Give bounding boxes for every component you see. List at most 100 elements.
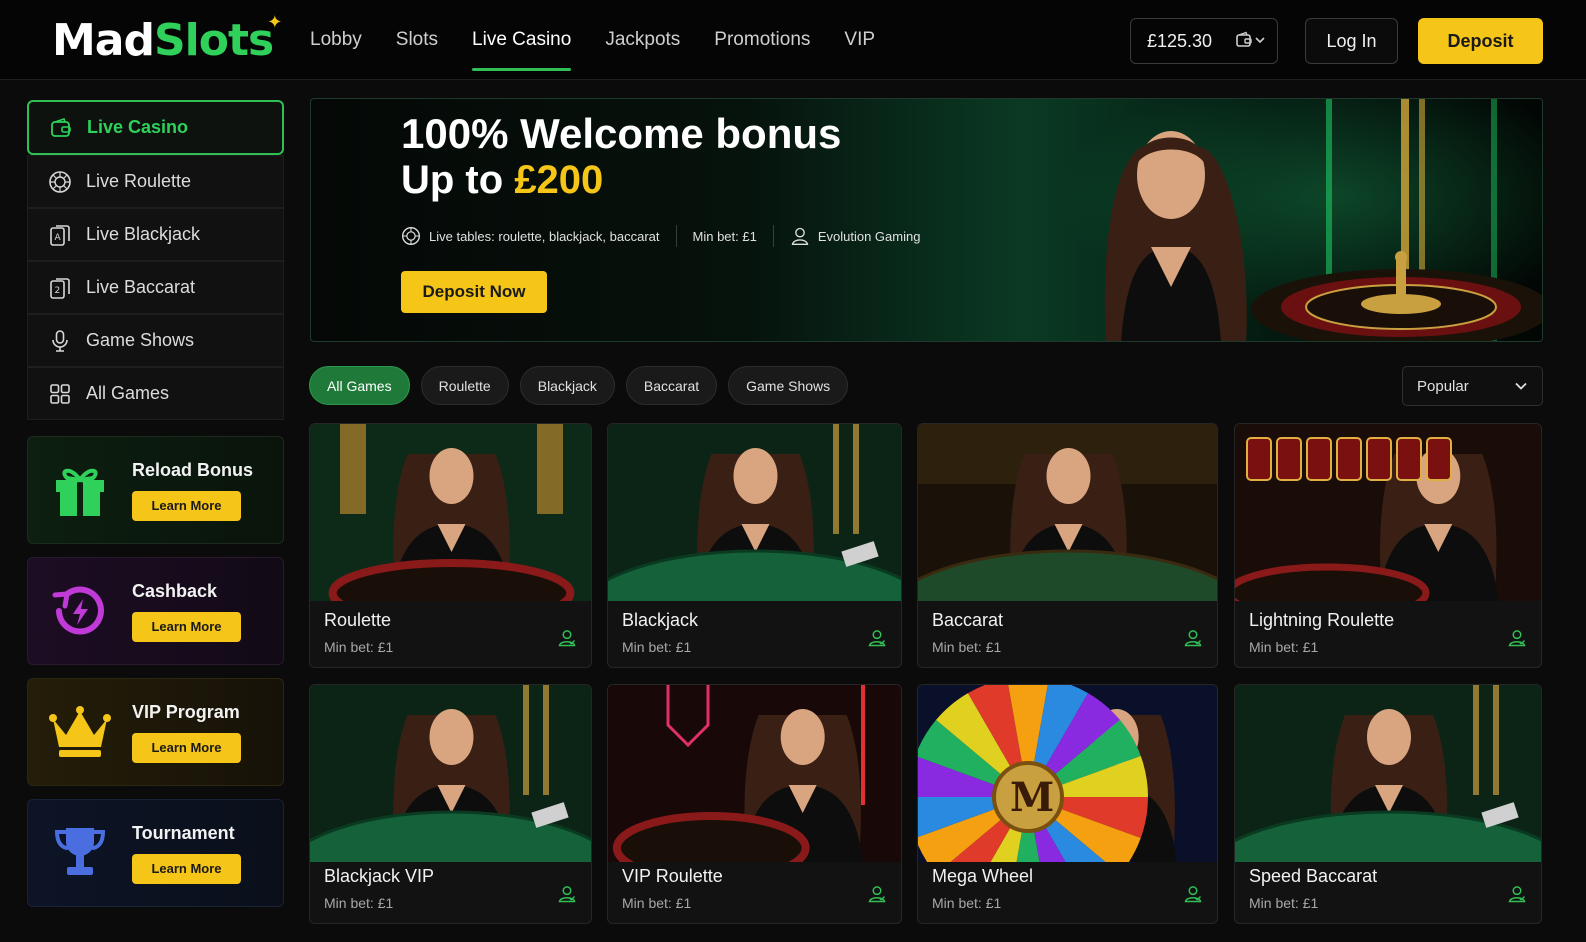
filter-all-games[interactable]: All Games bbox=[309, 366, 410, 405]
sidebar-item-game-shows[interactable]: Game Shows bbox=[27, 314, 284, 367]
game-card[interactable]: M Mega Wheel Min bet: £1 bbox=[917, 684, 1218, 924]
balance-amount: £125.30 bbox=[1147, 30, 1213, 51]
sidebar-item-live-casino[interactable]: Live Casino bbox=[27, 100, 284, 155]
learn-more-button[interactable]: Learn More bbox=[132, 490, 241, 521]
promo-title: VIP Program bbox=[132, 701, 240, 722]
gift-icon bbox=[56, 468, 104, 516]
wallet-dropdown[interactable] bbox=[1235, 31, 1265, 49]
chevron-down-icon bbox=[1255, 37, 1265, 44]
banner-meta-minbet: Min bet: £1 bbox=[693, 229, 757, 244]
grid-icon bbox=[50, 383, 70, 404]
live-players-icon bbox=[867, 884, 887, 909]
deposit-now-button[interactable]: Deposit Now bbox=[401, 271, 547, 313]
game-filters: All Games Roulette Blackjack Baccarat Ga… bbox=[309, 366, 849, 405]
filter-roulette[interactable]: Roulette bbox=[420, 366, 509, 405]
banner-meta: Live tables: roulette, blackjack, baccar… bbox=[401, 225, 920, 247]
game-min-bet: Min bet: £1 bbox=[1249, 895, 1319, 911]
promo-tournament: Tournament Learn More bbox=[27, 799, 284, 907]
game-min-bet: Min bet: £1 bbox=[932, 639, 1002, 655]
filter-blackjack[interactable]: Blackjack bbox=[519, 366, 615, 405]
game-title: Roulette bbox=[324, 610, 392, 630]
meta-divider bbox=[675, 225, 677, 247]
deposit-button[interactable]: Deposit bbox=[1418, 18, 1543, 64]
game-thumbnail[interactable] bbox=[608, 685, 901, 862]
banner-meta-provider-text: Evolution Gaming bbox=[817, 228, 921, 244]
game-card[interactable]: VIP Roulette Min bet: £1 bbox=[607, 684, 902, 924]
game-card[interactable]: Speed Baccarat Min bet: £1 bbox=[1234, 684, 1542, 924]
game-thumbnail[interactable] bbox=[310, 685, 591, 862]
nav-promotions[interactable]: Promotions bbox=[714, 0, 810, 80]
live-players-icon bbox=[557, 628, 577, 653]
nav-jackpots[interactable]: Jackpots bbox=[605, 0, 680, 80]
user-icon bbox=[791, 227, 809, 245]
main-nav: Lobby Slots Live Casino Jackpots Promoti… bbox=[310, 0, 875, 80]
game-card[interactable]: Blackjack Min bet: £1 bbox=[607, 423, 902, 668]
brand-logo[interactable]: Mad Slots ✦ bbox=[52, 12, 287, 68]
game-card[interactable]: Roulette Min bet: £1 bbox=[309, 423, 592, 668]
svg-text:A: A bbox=[55, 233, 62, 243]
learn-more-button[interactable]: Learn More bbox=[132, 853, 241, 884]
game-min-bet: Min bet: £1 bbox=[324, 895, 394, 911]
banner-meta-tables-text: Live tables: roulette, blackjack, baccar… bbox=[429, 228, 660, 244]
logo-text-part2: Slots bbox=[153, 14, 274, 66]
welcome-banner: 100% Welcome bonus Up to £200 Live table… bbox=[310, 98, 1543, 342]
game-card[interactable]: Blackjack VIP Min bet: £1 bbox=[309, 684, 592, 924]
microphone-icon bbox=[52, 329, 68, 352]
roulette-icon bbox=[402, 227, 420, 245]
game-min-bet: Min bet: £1 bbox=[932, 895, 1002, 911]
sort-select[interactable]: Popular bbox=[1402, 366, 1543, 406]
nav-vip[interactable]: VIP bbox=[844, 0, 875, 80]
live-players-icon bbox=[557, 884, 577, 909]
sort-value: Popular bbox=[1417, 377, 1469, 395]
live-players-icon bbox=[1183, 628, 1203, 653]
learn-more-button[interactable]: Learn More bbox=[132, 611, 241, 642]
nav-live-casino[interactable]: Live Casino bbox=[472, 0, 572, 80]
cards-icon: 2 bbox=[50, 277, 70, 299]
nav-lobby[interactable]: Lobby bbox=[310, 0, 362, 80]
banner-dealer-image bbox=[1104, 131, 1247, 341]
live-players-icon bbox=[867, 628, 887, 653]
game-title: Baccarat bbox=[932, 610, 1004, 630]
svg-text:2: 2 bbox=[55, 286, 61, 296]
sidebar-item-label: Live Blackjack bbox=[86, 224, 201, 244]
cashback-icon bbox=[52, 586, 104, 635]
game-min-bet: Min bet: £1 bbox=[324, 639, 394, 655]
promo-cashback: Cashback Learn More bbox=[27, 557, 284, 665]
game-card[interactable]: Baccarat Min bet: £1 bbox=[917, 423, 1218, 668]
balance-display[interactable]: £125.30 bbox=[1130, 18, 1278, 64]
game-title: Mega Wheel bbox=[932, 866, 1034, 886]
crown-icon bbox=[49, 706, 111, 757]
sidebar-item-label: Game Shows bbox=[86, 330, 195, 350]
sidebar-item-label: Live Baccarat bbox=[86, 277, 196, 297]
game-thumbnail[interactable] bbox=[1235, 424, 1541, 601]
live-players-icon bbox=[1507, 884, 1527, 909]
sidebar-item-all-games[interactable]: All Games bbox=[27, 367, 284, 420]
login-button[interactable]: Log In bbox=[1305, 18, 1398, 64]
game-thumbnail[interactable] bbox=[608, 424, 901, 601]
game-title: Lightning Roulette bbox=[1249, 610, 1395, 630]
game-thumbnail[interactable] bbox=[918, 424, 1217, 601]
game-min-bet: Min bet: £1 bbox=[622, 895, 692, 911]
banner-bonus-amount: £200 bbox=[514, 158, 604, 202]
banner-meta-minbet-text: Min bet: £1 bbox=[692, 228, 757, 244]
game-thumbnail[interactable]: M bbox=[918, 685, 1217, 862]
banner-meta-provider: Evolution Gaming bbox=[790, 226, 921, 246]
promo-vip-program: VIP Program Learn More bbox=[27, 678, 284, 786]
logo-text-part1: Mad bbox=[52, 14, 155, 66]
app-root: Mad Slots ✦ Lobby Slots Live Casino Jack… bbox=[0, 0, 1586, 942]
filter-baccarat[interactable]: Baccarat bbox=[625, 366, 718, 405]
sidebar-item-live-roulette[interactable]: Live Roulette bbox=[27, 155, 284, 208]
sidebar-item-live-baccarat[interactable]: 2 Live Baccarat bbox=[27, 261, 284, 314]
nav-slots[interactable]: Slots bbox=[396, 0, 438, 80]
banner-subline: Up to £200 bbox=[401, 157, 603, 203]
game-thumbnail[interactable] bbox=[1235, 685, 1541, 862]
game-thumbnail[interactable] bbox=[310, 424, 591, 601]
cards-icon: A bbox=[50, 224, 70, 246]
game-title: VIP Roulette bbox=[622, 866, 723, 886]
sidebar-item-live-blackjack[interactable]: A Live Blackjack bbox=[27, 208, 284, 261]
filter-game-shows[interactable]: Game Shows bbox=[728, 366, 849, 405]
live-casino-icon bbox=[51, 117, 71, 137]
svg-text:M: M bbox=[1010, 774, 1054, 821]
game-card[interactable]: Lightning Roulette Min bet: £1 bbox=[1234, 423, 1542, 668]
learn-more-button[interactable]: Learn More bbox=[132, 732, 241, 763]
